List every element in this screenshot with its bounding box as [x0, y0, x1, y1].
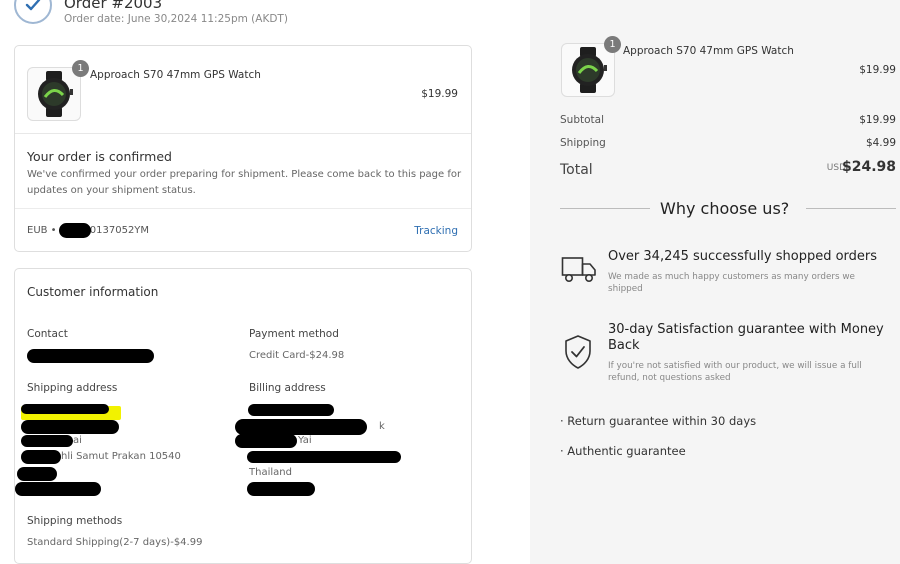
redaction-mark [21, 404, 109, 414]
billing-address-label: Billing address [249, 382, 326, 394]
order-date: Order date: June 30,2024 11:25pm (AKDT) [64, 13, 288, 25]
redaction-mark [247, 451, 401, 463]
total-row: Total USD $24.98 [560, 159, 896, 178]
customer-information-card: Customer information Contact Payment met… [14, 268, 472, 564]
shipping-methods-value: Standard Shipping(2-7 days)-$4.99 [27, 537, 203, 548]
item-price: $19.99 [421, 88, 458, 100]
billing-address-line: k [379, 421, 385, 432]
watch-icon [38, 71, 73, 117]
feature-orders-title: Over 34,245 successfully shopped orders [608, 249, 878, 264]
redaction-mark [59, 223, 91, 238]
redaction-mark [21, 420, 119, 434]
shipping-address-line: hli Samut Prakan 10540 [61, 451, 181, 462]
redaction-mark [248, 404, 334, 416]
total-label: Total [560, 162, 593, 178]
check-icon [14, 0, 52, 24]
payment-method-label: Payment method [249, 328, 339, 340]
subtotal-value: $19.99 [859, 114, 896, 126]
shield-check-icon [563, 334, 593, 374]
order-title: Order #2003 [64, 0, 163, 12]
order-details-panel: Order #2003 Order date: June 30,2024 11:… [0, 0, 530, 564]
redaction-mark [235, 419, 367, 435]
summary-item-price: $19.99 [859, 64, 896, 76]
shipping-label: Shipping [560, 137, 606, 149]
subtotal-row: Subtotal $19.99 [560, 114, 896, 126]
why-choose-us-title: Why choose us? [660, 199, 790, 218]
tracking-link[interactable]: Tracking [414, 225, 458, 237]
watch-icon [572, 47, 607, 93]
billing-address-line: Thailand [249, 467, 292, 478]
divider [806, 208, 896, 209]
shipping-address-line: ai [73, 435, 82, 446]
total-value: $24.98 [841, 159, 896, 175]
item-name: Approach S70 47mm GPS Watch [90, 69, 261, 81]
divider [560, 208, 650, 209]
redaction-mark [27, 349, 154, 363]
truck-icon [561, 255, 597, 289]
quantity-badge: 1 [72, 60, 89, 77]
redaction-mark [17, 467, 57, 481]
bullet-authentic-guarantee: · Authentic guarantee [560, 444, 686, 458]
customer-info-title: Customer information [27, 285, 159, 299]
summary-item-name: Approach S70 47mm GPS Watch [623, 45, 794, 57]
contact-label: Contact [27, 328, 68, 340]
subtotal-label: Subtotal [560, 114, 604, 126]
shipping-address-label: Shipping address [27, 382, 118, 394]
payment-method-value: Credit Card-$24.98 [249, 350, 345, 361]
order-status-card: 1 Approach S70 47mm GPS Watch $19.99 You… [14, 45, 472, 252]
shipping-value: $4.99 [865, 137, 896, 149]
line-item: 1 Approach S70 47mm GPS Watch $19.99 [15, 46, 471, 134]
redaction-mark [21, 450, 61, 464]
confirmation-text: We've confirmed your order preparing for… [27, 169, 462, 196]
divider [15, 208, 471, 209]
billing-address-line: Yai [298, 435, 312, 446]
redaction-mark [235, 434, 297, 448]
redaction-mark [21, 435, 73, 447]
feature-guarantee-title: 30-day Satisfaction guarantee with Money… [608, 322, 884, 353]
quantity-badge: 1 [604, 36, 621, 53]
tracking-suffix: 0137052YM [89, 225, 150, 236]
tracking-prefix: EUB • [27, 225, 57, 236]
shipping-methods-label: Shipping methods [27, 515, 123, 527]
product-thumbnail [27, 67, 81, 121]
feature-guarantee-subtitle: If you're not satisfied with our product… [608, 361, 862, 383]
order-summary-panel: 1 Approach S70 47mm GPS Watch $19.99 Sub… [530, 0, 900, 564]
confirmation-title: Your order is confirmed [27, 149, 172, 164]
feature-orders-subtitle: We made as much happy customers as many … [608, 272, 855, 294]
bullet-return-guarantee: · Return guarantee within 30 days [560, 414, 757, 428]
redaction-mark [247, 482, 315, 496]
redaction-mark [15, 482, 101, 496]
shipping-row: Shipping $4.99 [560, 137, 896, 149]
